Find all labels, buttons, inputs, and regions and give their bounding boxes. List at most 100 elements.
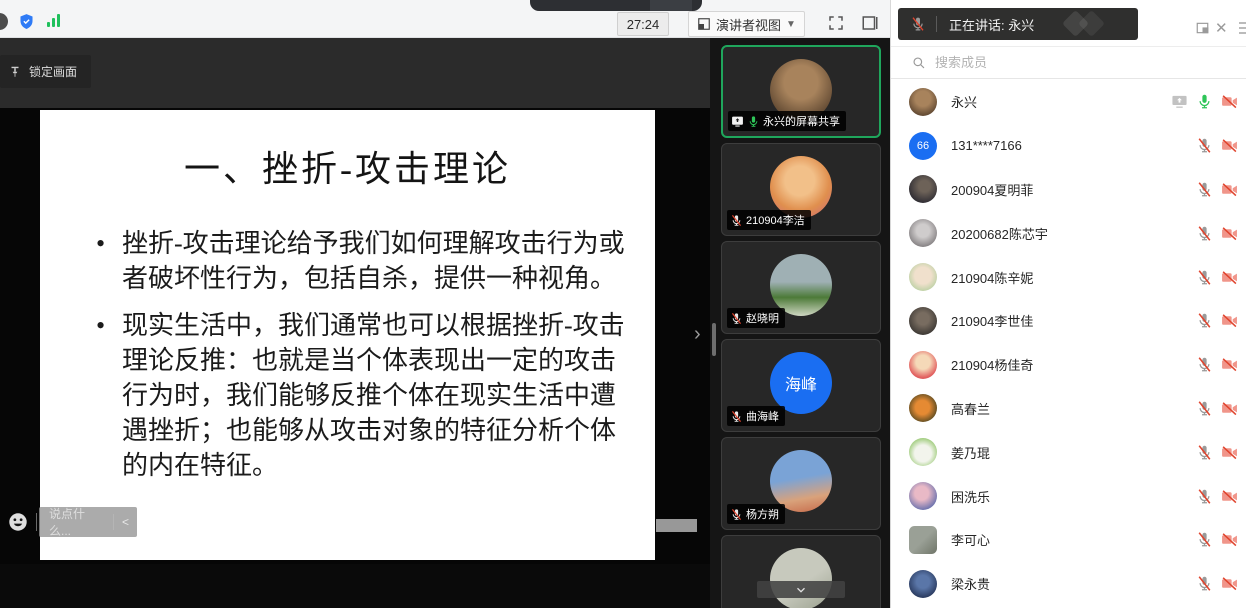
participant-avatar [909,307,937,335]
layout-view-icon [697,17,711,31]
participant-avatar [770,254,832,316]
thumbnail-name-label: 杨方朔 [727,504,785,524]
mic-muted-icon[interactable] [1196,575,1213,592]
shield-protect-icon[interactable] [18,13,35,35]
participant-row[interactable]: 210904李世佳 [891,299,1246,343]
speaking-banner-label: 正在讲话: 永兴 [949,15,1034,34]
participant-name: 姜乃琨 [951,443,1196,462]
camera-off-icon[interactable] [1221,575,1238,592]
thumbnail-name-label: 210904李洁 [727,210,811,230]
search-icon [912,56,926,70]
video-thumbnail[interactable]: 赵晓明 [721,241,881,334]
chat-message-input[interactable]: 说点什么... < [39,507,137,537]
participant-list: 永兴66131****7166200904夏明菲20200682陈芯宇21090… [891,80,1246,608]
fullscreen-button[interactable] [826,13,846,33]
video-thumbnail[interactable]: 杨方朔 [721,437,881,530]
participant-name: 李可心 [951,530,1196,549]
participant-avatar: 海峰 [770,352,832,414]
collapse-thumbnails-button[interactable] [757,581,845,598]
top-toolbar: 27:24 演讲者视图 ▼ [0,0,890,38]
participant-status-icons [1196,269,1238,286]
expand-thumbnails-icon[interactable]: › [694,324,701,344]
participant-avatar [909,526,937,554]
participant-status-icons [1196,444,1238,461]
mic-muted-icon[interactable] [1196,225,1213,242]
participant-row[interactable]: 姜乃琨 [891,430,1246,474]
slide-bullet: 挫折-攻击理论给予我们如何理解攻击行为或者破坏性行为，包括自杀，提供一种视角。 [94,226,627,296]
camera-off-icon[interactable] [1221,400,1238,417]
lock-view-button[interactable]: 锁定画面 [0,55,91,88]
side-panel-toggle-button[interactable] [860,13,880,33]
mic-muted-icon[interactable] [1196,312,1213,329]
tray-app-icon[interactable] [0,13,8,30]
participant-row[interactable]: 210904陈辛妮 [891,255,1246,299]
participant-name: 困洗乐 [951,487,1196,506]
mic-muted-icon [730,214,743,227]
menu-partial-icon [1239,22,1246,34]
participant-name: 梁永贵 [951,574,1196,593]
avatar-text: 66 [917,140,929,152]
emoji-icon[interactable] [6,510,30,534]
video-thumbnail[interactable]: 210904李洁 [721,143,881,236]
speaker-view-dropdown[interactable]: 演讲者视图 ▼ [688,11,805,37]
speaking-banner: 正在讲话: 永兴 [898,8,1138,40]
video-thumbnail[interactable] [721,535,881,608]
thumbnail-scrollbar[interactable] [712,323,716,356]
participant-row[interactable]: 210904杨佳奇 [891,343,1246,387]
participant-row[interactable]: 200904夏明菲 [891,168,1246,212]
camera-off-icon[interactable] [1221,137,1238,154]
video-thumbnail[interactable]: 海峰曲海峰 [721,339,881,432]
participant-row[interactable]: 66131****7166 [891,124,1246,168]
camera-off-icon[interactable] [1221,225,1238,242]
quick-chat-bar: 说点什么... < [0,505,137,539]
chat-placeholder: 说点什么... [39,505,103,539]
search-members-input[interactable] [935,55,1185,70]
participant-name: 210904李世佳 [951,311,1196,330]
floating-meeting-toolbar[interactable] [530,0,702,11]
video-thumbnail[interactable]: 永兴的屏幕共享 [721,45,881,138]
camera-off-icon[interactable] [1221,312,1238,329]
participant-name: 永兴 [951,92,1171,111]
participant-row[interactable]: 困洗乐 [891,474,1246,518]
participant-status-icons [1196,137,1238,154]
search-members-box[interactable] [891,46,1246,79]
camera-off-icon[interactable] [1221,93,1238,110]
mic-muted-icon[interactable] [1196,444,1213,461]
camera-off-icon[interactable] [1221,181,1238,198]
thumbnail-name: 曲海峰 [746,408,779,424]
participant-row[interactable]: 20200682陈芯宇 [891,211,1246,255]
camera-off-icon[interactable] [1221,444,1238,461]
participant-avatar [770,548,832,608]
participant-avatar [770,156,832,218]
participant-status-icons [1196,356,1238,373]
participant-row[interactable]: 高春兰 [891,387,1246,431]
view-mode-label: 演讲者视图 [716,15,781,34]
horizontal-scrollbar[interactable] [656,519,697,532]
participant-avatar [909,219,937,247]
participant-row[interactable]: 永兴 [891,80,1246,124]
mic-muted-icon[interactable] [1196,488,1213,505]
camera-off-icon[interactable] [1221,356,1238,373]
participant-row[interactable]: 梁永贵 [891,562,1246,606]
camera-off-icon[interactable] [1221,531,1238,548]
participant-status-icons [1196,225,1238,242]
participant-avatar [909,263,937,291]
mic-muted-icon[interactable] [1196,269,1213,286]
thumbnail-name-label: 赵晓明 [727,308,785,328]
lock-view-label: 锁定画面 [29,63,77,80]
mic-muted-icon[interactable] [1196,356,1213,373]
mic-muted-icon[interactable] [1196,400,1213,417]
mic-on-icon[interactable] [1196,93,1213,110]
chat-collapse-icon[interactable]: < [114,515,137,529]
participant-row[interactable]: 李可心 [891,518,1246,562]
mic-muted-icon[interactable] [1196,531,1213,548]
camera-off-icon[interactable] [1221,269,1238,286]
thumbnail-name: 赵晓明 [746,310,779,326]
participant-avatar [909,482,937,510]
mic-muted-icon[interactable] [1196,181,1213,198]
screen-share-icon [731,115,744,128]
close-panel-icon[interactable]: ✕ [1215,19,1228,37]
mic-muted-icon[interactable] [1196,137,1213,154]
popout-panel-icon[interactable] [1195,21,1210,35]
camera-off-icon[interactable] [1221,488,1238,505]
